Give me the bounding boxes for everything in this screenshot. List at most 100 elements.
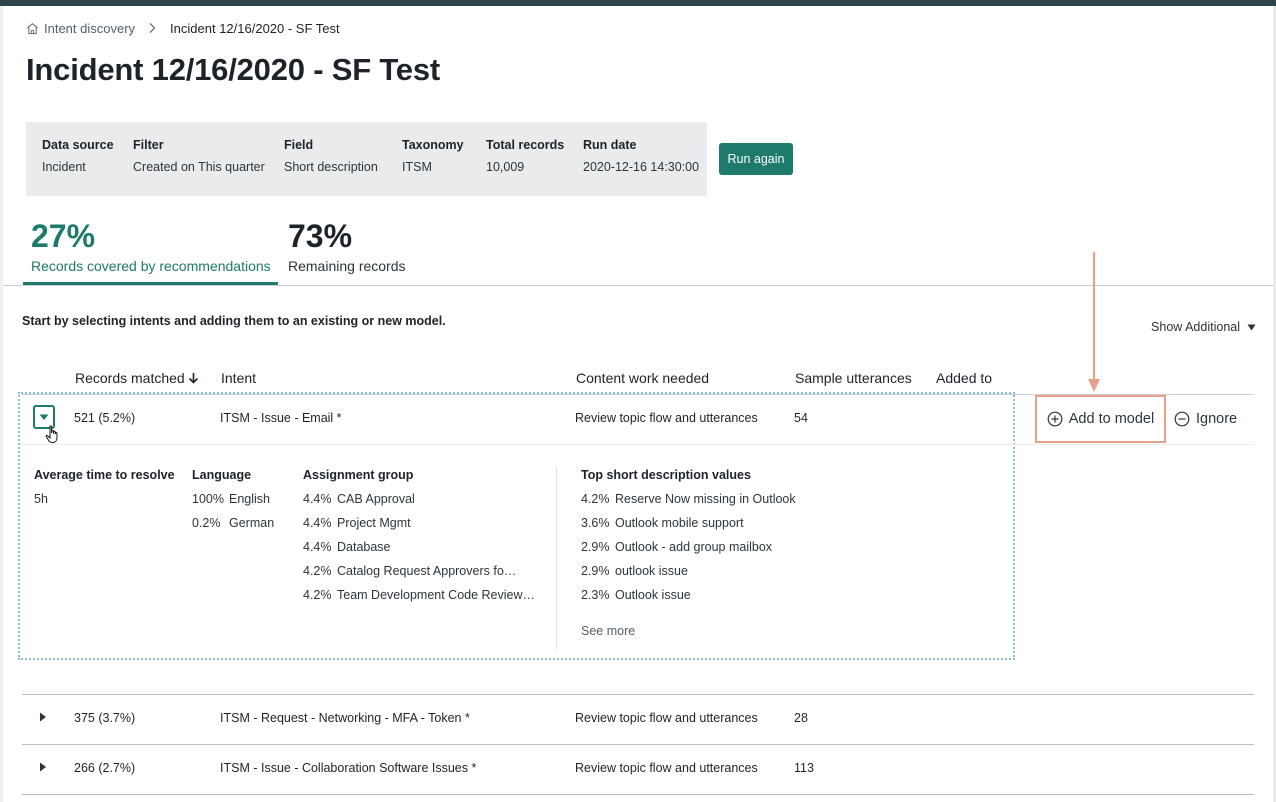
avg-time-value: 5h [34, 492, 48, 506]
caret-right-icon[interactable] [39, 762, 47, 772]
summary-label: Filter [133, 138, 164, 152]
plus-circle-icon [1047, 411, 1063, 427]
caret-down-icon [1247, 324, 1256, 330]
summary-filter: Filter Created on This quarter [133, 138, 265, 174]
summary-value: Created on This quarter [133, 160, 265, 174]
show-additional-label: Show Additional [1151, 320, 1240, 334]
tab-covered-records[interactable]: 27% Records covered by recommendations [31, 216, 271, 274]
left-edge [0, 6, 3, 802]
assignment-name: Catalog Request Approvers fo… [337, 564, 517, 578]
column-label: Intent [221, 370, 257, 386]
assignment-group-label: Assignment group [303, 468, 414, 482]
sample-utterances-cell[interactable]: 54 [794, 411, 808, 425]
top-values-label: Top short description values [581, 468, 751, 482]
summary-value: Short description [284, 160, 378, 174]
assignment-item: 4.4% CAB Approval [303, 492, 538, 516]
top-value-name: Outlook - add group mailbox [615, 540, 773, 554]
summary-run-date: Run date 2020-12-16 14:30:00 [583, 138, 699, 174]
covered-label: Records covered by recommendations [31, 258, 271, 274]
page-title: Incident 12/16/2020 - SF Test [26, 52, 441, 87]
column-label: Records matched [75, 370, 185, 386]
assignment-item: 4.4% Project Mgmt [303, 516, 538, 540]
column-label: Added to [936, 370, 993, 386]
assignment-item: 4.2% Catalog Request Approvers fo… [303, 564, 538, 588]
column-records-matched[interactable]: Records matched [75, 370, 199, 386]
sample-utterances-cell[interactable]: 28 [794, 711, 808, 725]
summary-value: ITSM [402, 160, 432, 174]
column-content-work[interactable]: Content work needed [576, 370, 709, 386]
covered-percentage: 27% [31, 218, 96, 254]
breadcrumb-home-link[interactable]: Intent discovery [44, 21, 135, 36]
top-value-name: Outlook issue [615, 588, 691, 602]
records-matched-cell: 375 (3.7%) [74, 711, 136, 725]
assignment-name: Database [337, 540, 391, 554]
breadcrumb: Intent discovery Incident 12/16/2020 - S… [26, 19, 340, 37]
top-value-pct: 2.3% [581, 588, 610, 602]
assignment-group-list: 4.4% CAB Approval 4.4% Project Mgmt 4.4% Da… [303, 492, 538, 612]
records-matched-cell: 521 (5.2%) [74, 411, 136, 425]
assignment-name: Project Mgmt [337, 516, 411, 530]
top-value-pct: 2.9% [581, 564, 610, 578]
instruction-text: Start by selecting intents and adding th… [22, 314, 446, 328]
language-item: 0.2% German [192, 516, 292, 540]
top-value-name: outlook issue [615, 564, 688, 578]
intent-cell[interactable]: ITSM - Request - Networking - MFA - Toke… [220, 711, 470, 725]
language-list: 100% English 0.2% German [192, 492, 292, 540]
ignore-button[interactable]: Ignore [1174, 408, 1237, 430]
summary-taxonomy: Taxonomy ITSM [402, 138, 464, 174]
assignment-pct: 4.4% [303, 516, 332, 530]
assignment-pct: 4.4% [303, 492, 332, 506]
caret-right-icon[interactable] [39, 712, 47, 722]
intent-cell[interactable]: ITSM - Issue - Email * [220, 411, 342, 425]
column-added-to[interactable]: Added to [936, 370, 992, 386]
summary-field: Field Short description [284, 138, 378, 174]
content-work-cell: Review topic flow and utterances [575, 711, 758, 725]
minus-circle-icon [1174, 411, 1190, 427]
assignment-name: CAB Approval [337, 492, 415, 506]
assignment-item: 4.4% Database [303, 540, 538, 564]
top-value-name: Reserve Now missing in Outlook [615, 492, 796, 506]
top-value-name: Outlook mobile support [615, 516, 744, 530]
details-divider [556, 466, 557, 649]
summary-value: 10,009 [486, 160, 525, 174]
breadcrumb-current: Incident 12/16/2020 - SF Test [170, 20, 340, 36]
content-work-cell: Review topic flow and utterances [575, 411, 758, 425]
row-divider-extended [22, 444, 1254, 445]
column-sample-utterances[interactable]: Sample utterances [795, 370, 912, 386]
show-additional-dropdown[interactable]: Show Additional [1151, 320, 1256, 334]
column-intent[interactable]: Intent [221, 370, 256, 386]
summary-value: Incident [42, 160, 86, 174]
language-pct: 100% [192, 492, 224, 506]
assignment-name: Team Development Code Review… [337, 588, 536, 602]
top-value-pct: 2.9% [581, 540, 610, 554]
summary-label: Run date [583, 138, 637, 152]
assignment-pct: 4.4% [303, 540, 332, 554]
remaining-percentage: 73% [288, 218, 353, 254]
intent-cell[interactable]: ITSM - Issue - Collaboration Software Is… [220, 761, 476, 775]
add-to-model-button[interactable]: Add to model [1035, 395, 1166, 443]
tab-remaining-records[interactable]: 73% Remaining records [288, 216, 406, 274]
sort-down-arrow-icon [188, 373, 198, 384]
see-more-link[interactable]: See more [581, 624, 635, 638]
ignore-label: Ignore [1196, 411, 1238, 427]
top-bar [0, 0, 1276, 6]
top-values-list: 4.2% Reserve Now missing in Outlook 3.6% O… [581, 492, 841, 612]
content-work-cell: Review topic flow and utterances [575, 761, 758, 775]
row-divider [22, 794, 1254, 795]
assignment-pct: 4.2% [303, 588, 332, 602]
top-value-pct: 4.2% [581, 492, 610, 506]
records-matched-cell: 266 (2.7%) [74, 761, 136, 775]
assignment-item: 4.2% Team Development Code Review… [303, 588, 538, 612]
summary-data-source: Data source Incident [42, 138, 114, 174]
top-value-item: 2.9% outlook issue [581, 564, 841, 588]
language-pct: 0.2% [192, 516, 221, 530]
sample-utterances-cell[interactable]: 113 [794, 761, 814, 775]
add-to-model-label: Add to model [1068, 411, 1155, 427]
summary-label: Field [284, 138, 314, 152]
hand-cursor-icon [45, 425, 58, 443]
remaining-label: Remaining records [288, 258, 406, 274]
summary-label: Total records [486, 138, 565, 152]
column-label: Sample utterances [795, 370, 912, 386]
row-divider [22, 694, 1254, 695]
run-again-button[interactable]: Run again [719, 143, 793, 175]
